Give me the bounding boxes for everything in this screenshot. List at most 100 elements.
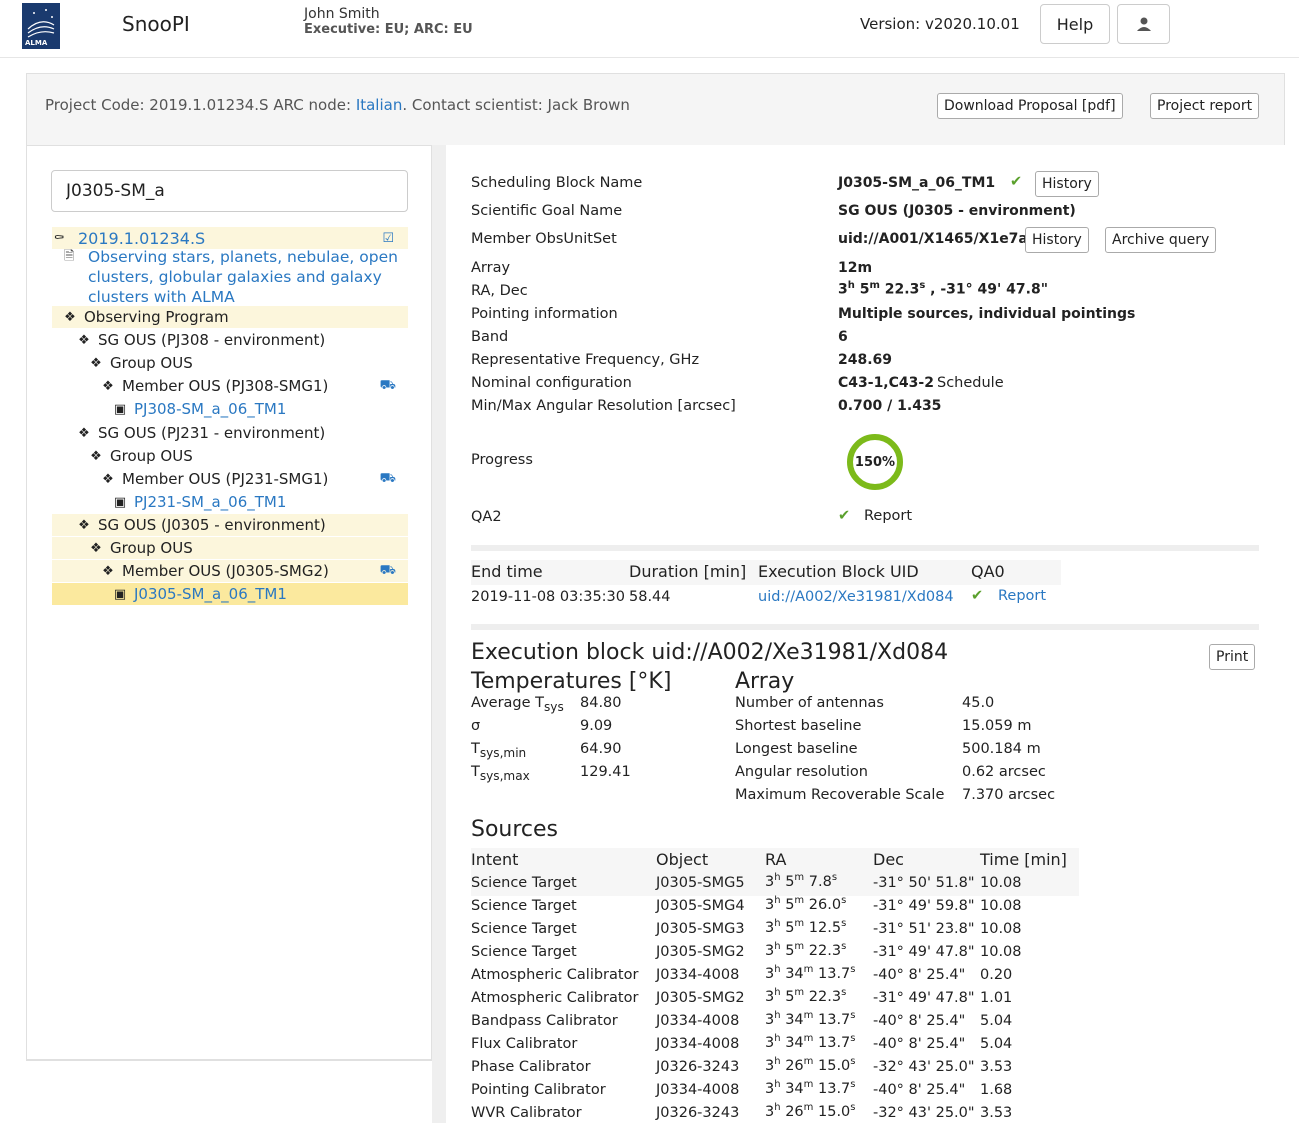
source-dec: -31° 51' 23.8" [873,921,975,937]
source-object: J0305-SMG5 [656,875,745,891]
checkbox-icon[interactable]: ☑ [382,231,394,246]
user-role: Executive: EU; ARC: EU [304,22,473,37]
pointing-value: Multiple sources, individual pointings [838,306,1136,322]
qa2-report-link[interactable]: Report [864,508,912,524]
archive-query-button[interactable]: Archive query [1105,227,1217,253]
tree-node-label: Group OUS [110,447,193,465]
table-row: WVR Calibrator J0326-3243 -32° 43' 25.0" 3.… [471,1102,1079,1123]
tree-observing-program[interactable]: ❖ Observing Program [52,306,408,328]
source-dec: -31° 49' 47.8" [873,990,975,1006]
table-row: Bandpass Calibrator J0334-4008 -40° 8' 25.… [471,1010,1079,1034]
tree-node-label: Member OUS (J0305-SMG2) [122,562,329,580]
sources-header-time: Time [min] [980,850,1067,869]
project-link[interactable]: 2019.1.01234.S [78,229,205,248]
project-description[interactable]: 🗎 Observing stars, planets, nebulae, ope… [52,247,408,307]
label-goal-name: Scientific Goal Name [471,203,623,219]
member-ous-value: uid://A001/X1465/X1e7a [838,231,1028,247]
source-object: J0334-4008 [656,1082,740,1098]
tree-member-ous-pj231[interactable]: ❖ Member OUS (PJ231-SMG1) ⛟ [100,468,408,490]
sb-link[interactable]: PJ231-SM_a_06_TM1 [134,493,286,511]
tree-sb-j0305-selected[interactable]: ▣ J0305-SM_a_06_TM1 [52,583,408,605]
temp-label: σ [471,718,481,734]
source-ra: 3h 34m 13.7s [765,1033,856,1051]
source-ra: 3h 5m 26.0s [765,895,847,913]
tree-group-ous[interactable]: ❖ Group OUS [52,537,408,559]
sb-link[interactable]: PJ308-SM_a_06_TM1 [134,400,286,418]
truck-icon[interactable]: ⛟ [380,378,396,395]
temp-label: Average Tsys [471,695,564,714]
tree-node-label: SG OUS (PJ231 - environment) [98,424,326,442]
label-radec: RA, Dec [471,283,528,299]
cubes-icon: ❖ [102,471,114,487]
table-row: Pointing Calibrator J0334-4008 -40° 8' 25.… [471,1079,1079,1103]
arc-node-link[interactable]: Italian [356,96,403,114]
alma-logo[interactable]: ALMA [22,3,60,49]
truck-icon[interactable]: ⛟ [380,563,396,580]
help-button[interactable]: Help [1040,4,1110,44]
tree-member-ous-pj308[interactable]: ❖ Member OUS (PJ308-SMG1) ⛟ [100,375,408,397]
array-label: Shortest baseline [735,718,862,734]
label-pointing: Pointing information [471,306,618,322]
check-icon: ✔ [838,508,851,524]
frequency-value: 248.69 [838,352,893,368]
user-menu-button[interactable] [1117,4,1170,44]
source-ra: 3h 5m 12.5s [765,918,847,936]
eb-end-time: 2019-11-08 03:35:30 [471,589,625,605]
project-report-button[interactable]: Project report [1150,93,1260,119]
temp-value: 64.90 [580,741,622,757]
eb-uid-link[interactable]: uid://A002/Xe31981/Xd084 [758,589,954,605]
progress-ring: 150% [847,434,903,490]
project-info: Project Code: 2019.1.01234.S ARC node: I… [45,96,630,114]
project-code: Project Code: 2019.1.01234.S [45,96,269,114]
source-intent: Phase Calibrator [471,1059,591,1075]
tree-project-node[interactable]: ⚰ 2019.1.01234.S ☑ [52,227,408,249]
tree-group-ous[interactable]: ❖ Group OUS [88,445,193,467]
source-intent: Atmospheric Calibrator [471,967,639,983]
sb-history-button[interactable]: History [1035,171,1099,197]
qa0-report-link[interactable]: Report [998,588,1046,604]
source-dec: -40° 8' 25.4" [873,967,966,983]
source-time: 5.04 [980,1013,1013,1029]
array-label: Angular resolution [735,764,868,780]
source-object: J0334-4008 [656,967,740,983]
source-dec: -31° 50' 51.8" [873,875,975,891]
source-object: J0305-SMG3 [656,921,745,937]
array-value: 500.184 m [962,741,1041,757]
source-ra: 3h 26m 15.0s [765,1102,856,1120]
search-input[interactable] [51,170,408,212]
contact-scientist: . Contact scientist: Jack Brown [402,96,630,114]
temp-value: 84.80 [580,695,622,711]
user-name: John Smith [304,6,380,22]
sources-header-dec: Dec [873,850,904,869]
print-button[interactable]: Print [1209,644,1256,670]
tree-sg-ous-pj308[interactable]: ❖ SG OUS (PJ308 - environment) [76,329,325,351]
separator [471,624,1259,630]
ous-history-button[interactable]: History [1025,227,1089,253]
schedule-link[interactable]: Schedule [937,375,1004,391]
tree-node-label: Observing Program [84,308,229,326]
array-value: 15.059 m [962,718,1032,734]
source-time: 5.04 [980,1036,1013,1052]
sb-link[interactable]: J0305-SM_a_06_TM1 [134,585,287,603]
download-proposal-button[interactable]: Download Proposal [pdf] [937,93,1123,119]
truck-icon[interactable]: ⛟ [380,471,396,488]
tree-member-ous-j0305[interactable]: ❖ Member OUS (J0305-SMG2) ⛟ [52,560,408,582]
tree-sb-pj308[interactable]: ▣ PJ308-SM_a_06_TM1 [112,398,287,420]
source-time: 3.53 [980,1105,1013,1121]
tree-group-ous[interactable]: ❖ Group OUS [88,352,193,374]
resolution-value: 0.700 / 1.435 [838,398,942,414]
cubes-icon: ❖ [78,425,90,441]
array-value: 45.0 [962,695,995,711]
app-name[interactable]: SnooPI [122,12,190,36]
document-icon: 🗎 [64,249,75,264]
array-value: 12m [838,260,873,276]
panel-divider[interactable] [432,145,446,1123]
tree-sg-ous-j0305[interactable]: ❖ SG OUS (J0305 - environment) [52,514,408,536]
tree-sg-ous-pj231[interactable]: ❖ SG OUS (PJ231 - environment) [76,422,325,444]
source-object: J0334-4008 [656,1036,740,1052]
source-ra: 3h 5m 22.3s [765,941,847,959]
tree-sb-pj231[interactable]: ▣ PJ231-SM_a_06_TM1 [112,491,287,513]
source-object: J0305-SMG2 [656,944,745,960]
tree-node-label: Member OUS (PJ308-SMG1) [122,377,329,395]
source-intent: Flux Calibrator [471,1036,578,1052]
